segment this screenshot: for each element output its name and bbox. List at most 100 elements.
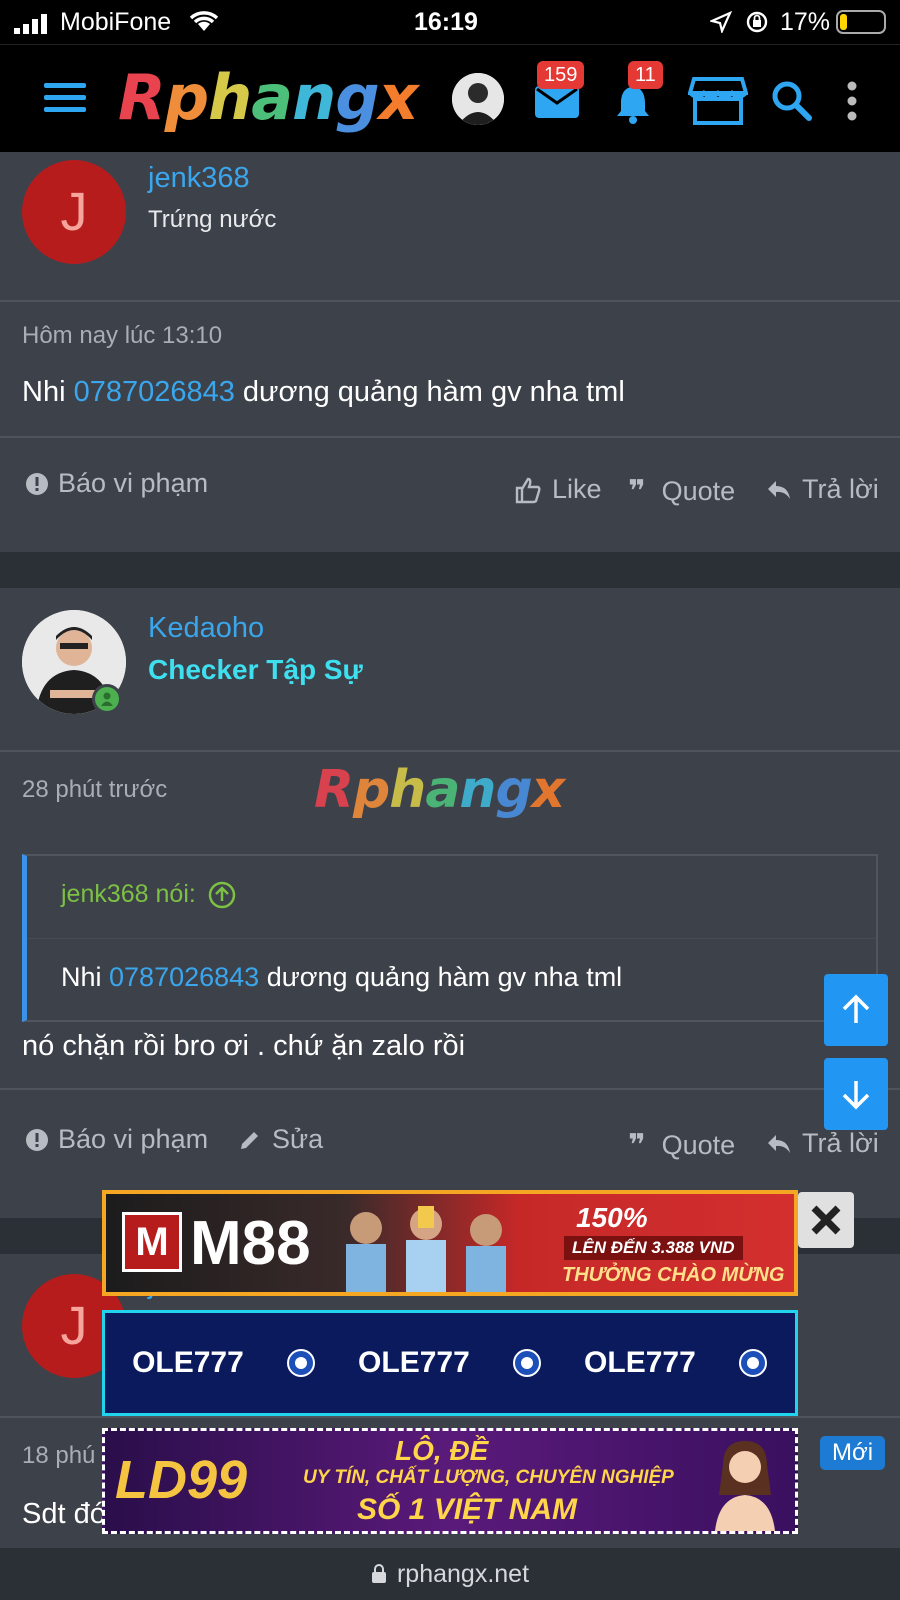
reply-button[interactable]: Trả lời (766, 474, 879, 505)
divider (27, 938, 876, 939)
ad-banner-ole777[interactable]: OLE777 OLE777 OLE777 (102, 1310, 798, 1416)
carrier-name: MobiFone (60, 8, 172, 36)
post-timestamp[interactable]: 28 phút trước (22, 776, 167, 804)
new-badge: Mới (820, 1436, 886, 1470)
close-icon (811, 1205, 841, 1235)
divider (0, 1416, 900, 1418)
scroll-up-button[interactable] (824, 974, 888, 1046)
ad-text: THƯỞNG CHÀO MỪNG (562, 1264, 785, 1286)
reply-label: Trả lời (802, 1128, 879, 1158)
close-ad-button[interactable] (798, 1192, 854, 1248)
notifications-badge: 11 (628, 61, 663, 89)
quote-text: Nhi (61, 962, 110, 992)
online-status-icon (92, 684, 122, 714)
edit-label: Sửa (272, 1124, 324, 1154)
divider (0, 1088, 900, 1090)
quote-body: Nhi 0787026843 dương quảng hàm gv nha tm… (61, 962, 622, 993)
battery-level (840, 14, 847, 30)
like-label: Like (552, 474, 602, 504)
arrow-up-circle-icon[interactable] (208, 881, 236, 909)
quote-block: jenk368 nói: Nhi 0787026843 dương quảng … (22, 854, 878, 1022)
ad-text: UY TÍN, CHẤT LƯỢNG, CHUYÊN NGHIỆP (303, 1467, 674, 1488)
wifi-icon (188, 9, 220, 40)
avatar[interactable]: J (22, 160, 126, 264)
ad-text: SỐ 1 VIỆT NAM (357, 1493, 578, 1526)
edit-button[interactable]: Sửa (238, 1124, 323, 1155)
post-timestamp[interactable]: Hôm nay lúc 13:10 (22, 322, 222, 350)
quote-button[interactable]: ❞ Quote (628, 1128, 735, 1163)
signal-icon (14, 12, 52, 41)
like-button[interactable]: Like (514, 474, 602, 505)
ad-brand: LD99 (115, 1450, 248, 1510)
phone-link[interactable]: 0787026843 (74, 376, 235, 408)
body-text: dương quảng hàm gv nha tml (234, 376, 625, 408)
top-navbar: Rphangx 159 11 (0, 44, 900, 152)
ad-banner-ld99[interactable]: LD99 LÔ, ĐỀ UY TÍN, CHẤT LƯỢNG, CHUYÊN N… (102, 1428, 798, 1534)
quote-author-label: jenk368 nói: (61, 880, 196, 908)
post-username[interactable]: Kedaoho (148, 612, 264, 645)
ad-banner-m88[interactable]: M M88 150% LÊN ĐẾN 3.388 VND THƯỞNG CHÀO… (102, 1190, 798, 1296)
url-text: rphangx.net (396, 1559, 530, 1588)
alert-icon (26, 472, 48, 495)
reply-button[interactable]: Trả lời (766, 1128, 879, 1159)
ad-brand: OLE777 (584, 1346, 696, 1379)
ad-text: LÔ, ĐỀ (395, 1435, 489, 1466)
club-crest-icon (286, 1349, 315, 1377)
quote-button[interactable]: ❞ Quote (628, 474, 735, 509)
post-body: Nhi 0787026843 dương quảng hàm gv nha tm… (22, 376, 625, 409)
quote-label: Quote (661, 476, 736, 506)
divider (0, 300, 900, 302)
phone-link[interactable]: 0787026843 (109, 962, 259, 992)
reply-label: Trả lời (802, 474, 879, 504)
arrow-up-icon (842, 994, 870, 1023)
post-card: Kedaoho Checker Tập Sự 28 phút trước Rph… (0, 588, 900, 1218)
report-label: Báo vi phạm (58, 468, 209, 498)
body-text: Nhi (22, 376, 74, 408)
club-crest-icon (738, 1349, 767, 1377)
post-body: nó chặn rồi bro ơi . chứ ặn zalo rồi (22, 1030, 466, 1062)
reply-icon (768, 1134, 790, 1153)
ad-players-image (306, 1198, 546, 1292)
messages-badge: 159 (537, 61, 585, 89)
mail-icon[interactable] (534, 85, 580, 124)
menu-icon[interactable] (44, 83, 86, 118)
quote-label: Quote (661, 1130, 736, 1160)
status-bar: MobiFone 16:19 17% (0, 0, 900, 44)
quote-icon: ❞ (628, 475, 646, 508)
bell-icon[interactable] (612, 83, 654, 130)
report-button[interactable]: Báo vi phạm (26, 468, 208, 499)
scroll-down-button[interactable] (824, 1058, 888, 1130)
post-body: Sdt đó (22, 1498, 106, 1530)
url-bar[interactable]: rphangx.net (0, 1548, 900, 1600)
lock-icon (371, 1564, 386, 1583)
ad-brand: OLE777 (132, 1346, 244, 1379)
ad-brand: M88 (190, 1209, 311, 1278)
quote-author[interactable]: jenk368 nói: (61, 880, 236, 909)
reply-icon (768, 480, 790, 499)
watermark-logo: Rphangx (314, 760, 565, 820)
location-icon (708, 10, 733, 40)
club-crest-icon (512, 1349, 541, 1377)
ad-text: LÊN ĐẾN 3.388 VND (564, 1236, 743, 1260)
search-icon[interactable] (770, 79, 812, 126)
rotation-lock-icon (745, 10, 769, 41)
quote-icon: ❞ (628, 1129, 646, 1162)
store-icon[interactable] (687, 75, 749, 130)
report-label: Báo vi phạm (58, 1124, 209, 1154)
post-timestamp[interactable]: 18 phú (22, 1442, 95, 1470)
user-title: Checker Tập Sự (148, 654, 363, 685)
battery-percent: 17% (780, 8, 831, 36)
quote-text: dương quảng hàm gv nha tml (259, 962, 623, 992)
thumbs-up-icon (515, 477, 541, 503)
m88-logo-icon: M (122, 1212, 182, 1272)
ad-headline: 150% (576, 1202, 648, 1233)
post-username[interactable]: jenk368 (148, 162, 250, 195)
divider (0, 436, 900, 438)
site-logo[interactable]: Rphangx (118, 61, 419, 134)
more-vertical-icon[interactable] (846, 81, 858, 126)
user-avatar[interactable] (452, 73, 504, 125)
battery-icon (836, 10, 886, 34)
report-button[interactable]: Báo vi phạm (26, 1124, 208, 1155)
clock: 16:19 (414, 8, 478, 36)
divider (0, 750, 900, 752)
